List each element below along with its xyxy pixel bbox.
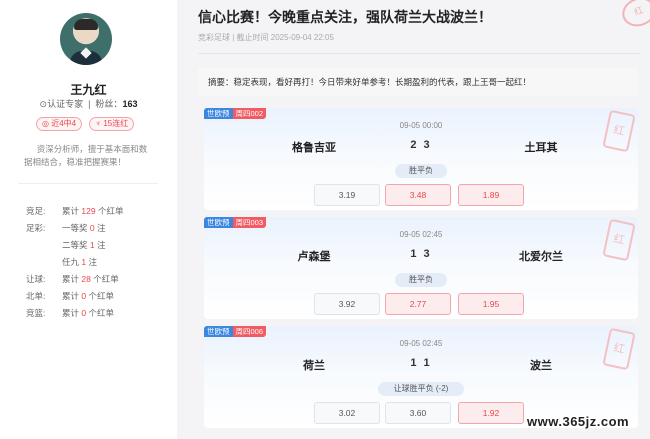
odds-button[interactable]: 1.89 bbox=[458, 184, 524, 206]
stat-key: 竞足: bbox=[26, 206, 46, 216]
red-win-stamp: 红 bbox=[602, 109, 636, 153]
article-main: 信心比赛！今晚重点关注，强队荷兰大战波兰！ 竞彩足球 | 截止时间 2025-0… bbox=[198, 0, 650, 439]
divider bbox=[18, 183, 158, 184]
expert-intro: 资深分析师，擅于基本面和数据相结合，稳准把握赛果！ bbox=[24, 144, 148, 167]
stat-value: 累计 0 个红单 bbox=[62, 308, 115, 318]
stat-value: 累计 28 个红单 bbox=[62, 274, 119, 284]
stat-key: 让球: bbox=[26, 274, 46, 284]
article-summary: 摘要：稳定表现，看好再打！今日带来好单参考！长期盈利的代表，跟上王哥一起红！ bbox=[198, 68, 638, 96]
odds-button[interactable]: 1.92 bbox=[458, 402, 524, 424]
league-tag: 世欧预 bbox=[204, 108, 233, 119]
expert-name: 王九红 bbox=[70, 83, 107, 97]
red-seal-stamp: 红 bbox=[618, 0, 650, 31]
stat-value: 二等奖 1 注 bbox=[62, 240, 106, 250]
match-time: 09-05 02:45 bbox=[399, 230, 443, 239]
league-tag: 世欧预 bbox=[204, 326, 233, 337]
match-number-tag: 周四003 bbox=[232, 217, 267, 228]
badges: ◎ 近4中4 ♆ 15连红 bbox=[36, 117, 135, 131]
trophy-icon: ♆ bbox=[95, 119, 102, 128]
article-title: 信心比赛！今晚重点关注，强队荷兰大战波兰！ bbox=[198, 9, 492, 25]
odds-button[interactable]: 3.19 bbox=[314, 184, 380, 206]
market-label: 胜平负 bbox=[395, 273, 447, 287]
verified-icon: ⊙ bbox=[39, 99, 48, 109]
league-tag: 世欧预 bbox=[204, 217, 233, 228]
stat-key: 竞篮: bbox=[26, 308, 46, 318]
match-card[interactable]: 世欧预 周四006 红 09-05 02:45 荷兰 1 1 波兰让球胜平负 (-2) 3.0… bbox=[204, 326, 638, 428]
match-card[interactable]: 世欧预 周四002 红 09-05 00:00 格鲁吉亚 2 3 土耳其胜平负 3.19 3.4… bbox=[204, 108, 638, 210]
expert-sidebar: 王九红 ⊙认证专家 | 粉丝：163 ◎ 近4中4 ♆ 15连红 资深分析师，擅… bbox=[0, 0, 177, 439]
match-card[interactable]: 世欧预 周四003 红 09-05 02:45 卢森堡 1 3 北爱尔兰胜平负 3.92 2.7… bbox=[204, 217, 638, 319]
match-number-tag: 周四006 bbox=[232, 326, 267, 337]
article-meta: 竞彩足球 | 截止时间 2025-09-04 22:05 bbox=[198, 33, 334, 42]
odds-button[interactable]: 3.48 bbox=[385, 184, 451, 206]
fans-label: 粉丝： bbox=[95, 99, 123, 109]
stat-value: 任九 1 注 bbox=[62, 257, 98, 267]
stat-value: 累计 0 个红单 bbox=[62, 291, 115, 301]
fans-count: 163 bbox=[122, 99, 138, 109]
avatar[interactable] bbox=[60, 13, 112, 65]
expert-meta: ⊙认证专家 | 粉丝：163 bbox=[39, 99, 138, 109]
away-team: 北爱尔兰 bbox=[519, 251, 563, 263]
market-label: 胜平负 bbox=[395, 164, 447, 178]
away-team: 波兰 bbox=[530, 360, 552, 372]
match-number-tag: 周四002 bbox=[232, 108, 267, 119]
divider bbox=[198, 53, 640, 54]
match-time: 09-05 02:45 bbox=[399, 339, 443, 348]
odds-button[interactable]: 2.77 bbox=[385, 293, 451, 315]
stat-value: 一等奖 0 注 bbox=[62, 223, 106, 233]
stat-key: 足彩: bbox=[26, 223, 46, 233]
match-score: 2 3 bbox=[410, 139, 432, 151]
match-score: 1 3 bbox=[410, 248, 432, 260]
match-score: 1 1 bbox=[410, 357, 432, 369]
odds-button[interactable]: 3.92 bbox=[314, 293, 380, 315]
fire-icon: ◎ bbox=[42, 119, 49, 128]
stat-key: 北单: bbox=[26, 291, 46, 301]
role-label: 认证专家 bbox=[47, 99, 84, 109]
recent-record-badge: ◎ 近4中4 bbox=[36, 117, 83, 131]
home-team: 格鲁吉亚 bbox=[292, 142, 336, 154]
market-label: 让球胜平负 (-2) bbox=[378, 382, 464, 396]
match-time: 09-05 00:00 bbox=[399, 121, 443, 130]
home-team: 卢森堡 bbox=[297, 251, 331, 263]
odds-button[interactable]: 3.60 bbox=[385, 402, 451, 424]
stat-value: 累计 129 个红单 bbox=[62, 206, 124, 216]
site-watermark: www.365jz.com bbox=[527, 414, 630, 429]
red-win-stamp: 红 bbox=[602, 327, 636, 371]
away-team: 土耳其 bbox=[524, 142, 558, 154]
odds-button[interactable]: 1.95 bbox=[458, 293, 524, 315]
odds-button[interactable]: 3.02 bbox=[314, 402, 380, 424]
red-win-stamp: 红 bbox=[602, 218, 636, 262]
streak-badge: ♆ 15连红 bbox=[89, 117, 135, 131]
home-team: 荷兰 bbox=[303, 360, 325, 372]
